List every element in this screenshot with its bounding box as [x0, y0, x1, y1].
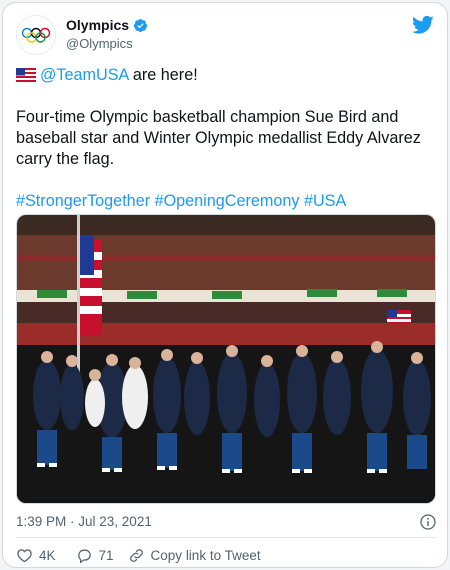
copy-link-label: Copy link to Tweet	[150, 547, 261, 563]
timestamp[interactable]: 1:39 PM · Jul 23, 2021	[16, 514, 152, 529]
copy-link-button[interactable]: Copy link to Tweet	[128, 547, 261, 564]
tweet-text: @TeamUSA are here! Four-time Olympic bas…	[16, 65, 436, 212]
body-line-1: Four-time Olympic basketball champion Su…	[16, 108, 399, 126]
author-block: Olympics @Olympics	[66, 17, 148, 51]
avatar[interactable]	[16, 15, 56, 55]
twitter-bird-icon[interactable]	[412, 15, 434, 35]
hashtags-link[interactable]: #StrongerTogether #OpeningCeremony #USA	[16, 191, 436, 212]
reply-bubble-icon	[77, 549, 91, 564]
link-icon	[129, 548, 143, 562]
mention-link[interactable]: @TeamUSA	[40, 66, 128, 84]
display-name[interactable]: Olympics	[66, 17, 129, 33]
olympic-rings-icon	[21, 27, 51, 43]
reply-count: 71	[98, 547, 114, 563]
tweet-photo[interactable]	[16, 214, 436, 504]
tweet-line-1: @TeamUSA are here!	[16, 65, 436, 86]
tweet-actions: 4K 71 Copy link to Tweet	[16, 545, 281, 565]
divider	[16, 537, 436, 538]
tweet-meta: 1:39 PM · Jul 23, 2021	[16, 514, 436, 532]
body-line-3: carry the flag.	[16, 150, 115, 168]
like-count: 4K	[39, 547, 56, 563]
reply-button[interactable]: 71	[76, 547, 114, 564]
verified-badge-icon	[133, 18, 148, 32]
tweet-card: Olympics @Olympics @TeamUSA are here! Fo…	[2, 2, 448, 568]
opening-ceremony-photo	[17, 215, 435, 503]
info-icon[interactable]	[420, 514, 436, 530]
user-handle[interactable]: @Olympics	[66, 36, 148, 51]
body-line-2: baseball star and Winter Olympic medalli…	[16, 129, 421, 147]
like-button[interactable]: 4K	[16, 547, 56, 564]
tweet-line-1-rest: are here!	[128, 66, 198, 84]
heart-icon	[17, 548, 32, 562]
tweet-header: Olympics @Olympics	[16, 15, 436, 55]
us-flag-emoji	[16, 68, 36, 82]
